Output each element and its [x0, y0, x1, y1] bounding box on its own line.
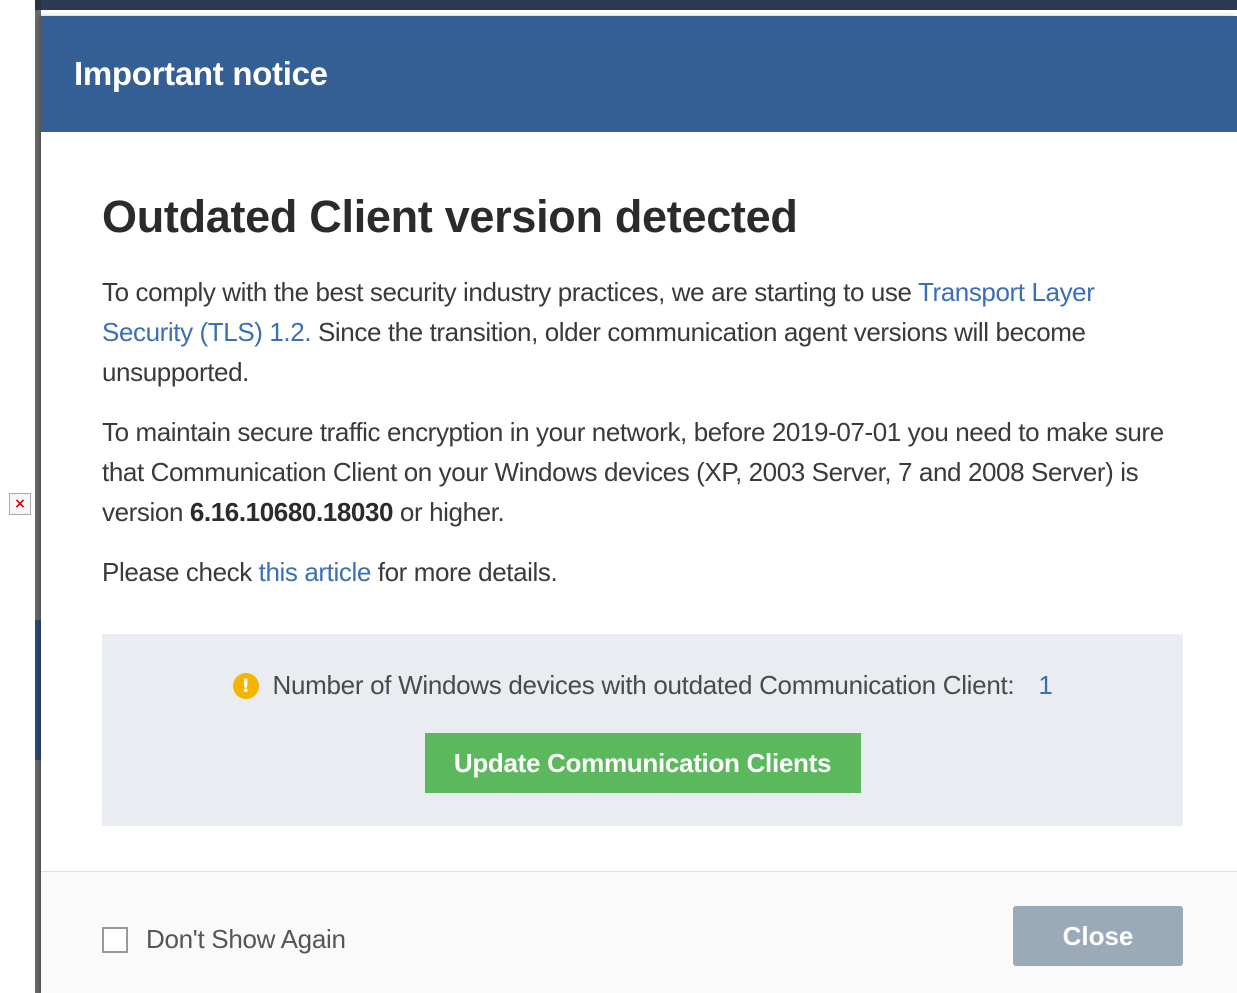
- required-version: 6.16.10680.18030: [189, 497, 394, 527]
- screen: × Important notice Outdated Client versi…: [0, 0, 1237, 993]
- important-notice-dialog: Important notice Outdated Client version…: [41, 16, 1237, 993]
- dont-show-again-toggle[interactable]: Don't Show Again: [102, 924, 346, 955]
- background-app-topbar: [35, 0, 1237, 10]
- details-paragraph-text-before: Please check: [102, 557, 259, 587]
- broken-image-glyph: ×: [14, 496, 26, 512]
- outdated-count-line: ! Number of Windows devices with outdate…: [232, 670, 1053, 701]
- dialog-header: Important notice: [41, 16, 1237, 132]
- outdated-count-label: Number of Windows devices with outdated …: [272, 670, 1015, 700]
- update-communication-clients-button[interactable]: Update Communication Clients: [424, 733, 861, 793]
- background-app-dark-block: [35, 0, 41, 10]
- tls-paragraph-text-before: To comply with the best security industr…: [102, 277, 918, 307]
- details-paragraph: Please check this article for more detai…: [102, 552, 1183, 592]
- article-link[interactable]: this article: [259, 557, 372, 587]
- dont-show-again-label: Don't Show Again: [146, 924, 346, 954]
- tls-paragraph: To comply with the best security industr…: [102, 272, 1183, 392]
- notice-heading: Outdated Client version detected: [102, 191, 798, 242]
- dialog-body: Outdated Client version detected To comp…: [41, 132, 1237, 826]
- dialog-footer: Don't Show Again Close: [41, 871, 1237, 993]
- dont-show-again-checkbox[interactable]: [102, 926, 128, 953]
- details-paragraph-text-after: for more details.: [370, 557, 558, 587]
- dialog-title: Important notice: [74, 55, 328, 92]
- outdated-count-link[interactable]: 1: [1038, 670, 1052, 701]
- warning-icon: !: [232, 672, 259, 699]
- broken-image-icon: ×: [9, 493, 31, 515]
- close-button[interactable]: Close: [1013, 906, 1183, 966]
- version-paragraph-text-after: or higher.: [393, 497, 505, 527]
- outdated-clients-panel: ! Number of Windows devices with outdate…: [102, 634, 1183, 826]
- version-paragraph: To maintain secure traffic encryption in…: [102, 412, 1183, 532]
